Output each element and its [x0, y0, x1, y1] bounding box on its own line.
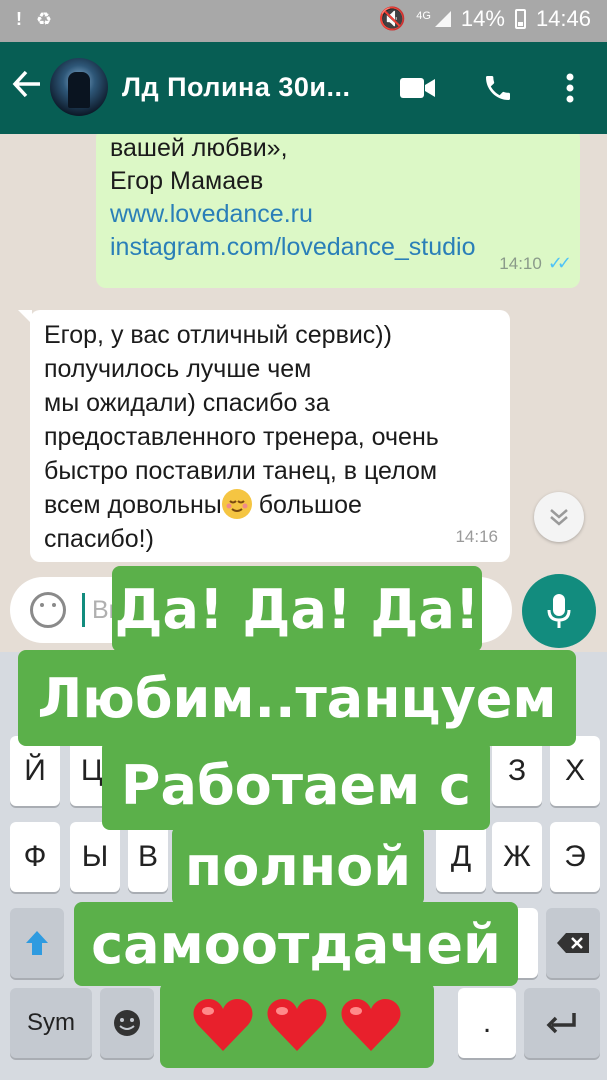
message-line: вашей любви»,	[110, 134, 288, 162]
key-ф[interactable]: Ф	[10, 822, 60, 892]
alert-notification-icon: !	[16, 9, 22, 29]
recycle-notification-icon: ♻	[36, 9, 53, 29]
sym-key[interactable]: Sym	[10, 988, 92, 1058]
key-в[interactable]: В	[128, 822, 168, 892]
signal-icon	[434, 11, 451, 27]
enter-icon	[546, 1013, 576, 1034]
message-time: 14:16	[455, 527, 498, 546]
video-call-icon[interactable]	[398, 68, 438, 108]
message-line-with-emoji: всем довольны большое	[44, 488, 496, 522]
emoji-icon[interactable]	[30, 592, 66, 628]
overlay-caption: Да! Да! Да!	[112, 566, 482, 652]
battery-percent: 14%	[460, 6, 505, 31]
status-bar: ! ♻ 🔇 4G 14% 14:46	[0, 0, 607, 42]
shift-arrow-icon	[26, 931, 48, 955]
message-line: получилось лучше чем	[44, 355, 312, 383]
instagram-link[interactable]: instagram.com/lovedance_studio	[110, 231, 566, 264]
shift-key[interactable]	[10, 908, 64, 978]
message-meta: 14:10 ✓✓	[499, 247, 572, 280]
enter-key[interactable]	[524, 988, 600, 1058]
mic-icon	[547, 594, 571, 628]
phone-icon[interactable]	[478, 68, 518, 108]
more-vert-icon[interactable]	[550, 68, 590, 108]
chat-title[interactable]: Лд Полина 30и...	[122, 72, 351, 103]
key-д[interactable]: Д	[436, 822, 486, 892]
clock: 14:46	[535, 6, 591, 31]
chat-header: Лд Полина 30и...	[0, 42, 607, 134]
emoji-smiley-icon	[114, 1010, 140, 1036]
backspace-key[interactable]	[546, 908, 600, 978]
red-heart-icon	[193, 999, 253, 1051]
message-time: 14:10	[499, 254, 542, 273]
message-line: спасибо!)	[44, 525, 154, 553]
message-list[interactable]: вашей любви», Егор Мамаев www.lovedance.…	[0, 134, 607, 570]
overlay-caption: Работаем с	[102, 740, 490, 830]
website-link[interactable]: www.lovedance.ru	[110, 198, 566, 231]
hearts-sticker	[160, 982, 434, 1068]
mic-button[interactable]	[522, 574, 596, 648]
key-э[interactable]: Э	[550, 822, 600, 892]
red-heart-icon	[341, 999, 401, 1051]
battery-icon	[514, 9, 526, 29]
key-з[interactable]: З	[492, 736, 542, 806]
message-line: Егор Мамаев	[110, 167, 264, 195]
message-fragment: большое	[258, 491, 362, 519]
message-line: быстро поставили танец, в целом	[44, 457, 438, 485]
relieved-face-emoji-icon	[221, 489, 252, 519]
overlay-caption: полной	[172, 826, 424, 906]
message-line: предоставленного тренера, очень	[44, 423, 439, 451]
key-ы[interactable]: Ы	[70, 822, 120, 892]
incoming-message[interactable]: Егор, у вас отличный сервис)) получилось…	[18, 310, 510, 562]
period-key[interactable]: .	[458, 988, 516, 1058]
key-ж[interactable]: Ж	[492, 822, 542, 892]
mute-icon: 🔇	[378, 6, 407, 31]
overlay-caption: самоотдачей	[74, 902, 518, 986]
back-arrow-icon[interactable]	[12, 70, 42, 106]
system-indicators: 🔇 4G 14% 14:46	[379, 6, 591, 32]
key-й[interactable]: Й	[10, 736, 60, 806]
notification-icons: ! ♻	[16, 9, 52, 30]
message-fragment: всем довольны	[44, 491, 222, 519]
avatar[interactable]	[50, 58, 108, 116]
message-line: мы ожидали) спасибо за	[44, 389, 330, 417]
message-line: Егор, у вас отличный сервис))	[44, 321, 392, 349]
overlay-caption: Любим..танцуем	[18, 650, 576, 746]
network-type: 4G	[416, 10, 431, 22]
backspace-icon	[557, 933, 589, 953]
text-cursor	[82, 593, 85, 627]
red-heart-icon	[267, 999, 327, 1051]
read-receipt-icon: ✓✓	[547, 253, 572, 273]
key-х[interactable]: Х	[550, 736, 600, 806]
outgoing-message[interactable]: вашей любви», Егор Мамаев www.lovedance.…	[96, 134, 580, 288]
emoji-key[interactable]	[100, 988, 154, 1058]
scroll-to-bottom-button[interactable]	[534, 492, 584, 542]
